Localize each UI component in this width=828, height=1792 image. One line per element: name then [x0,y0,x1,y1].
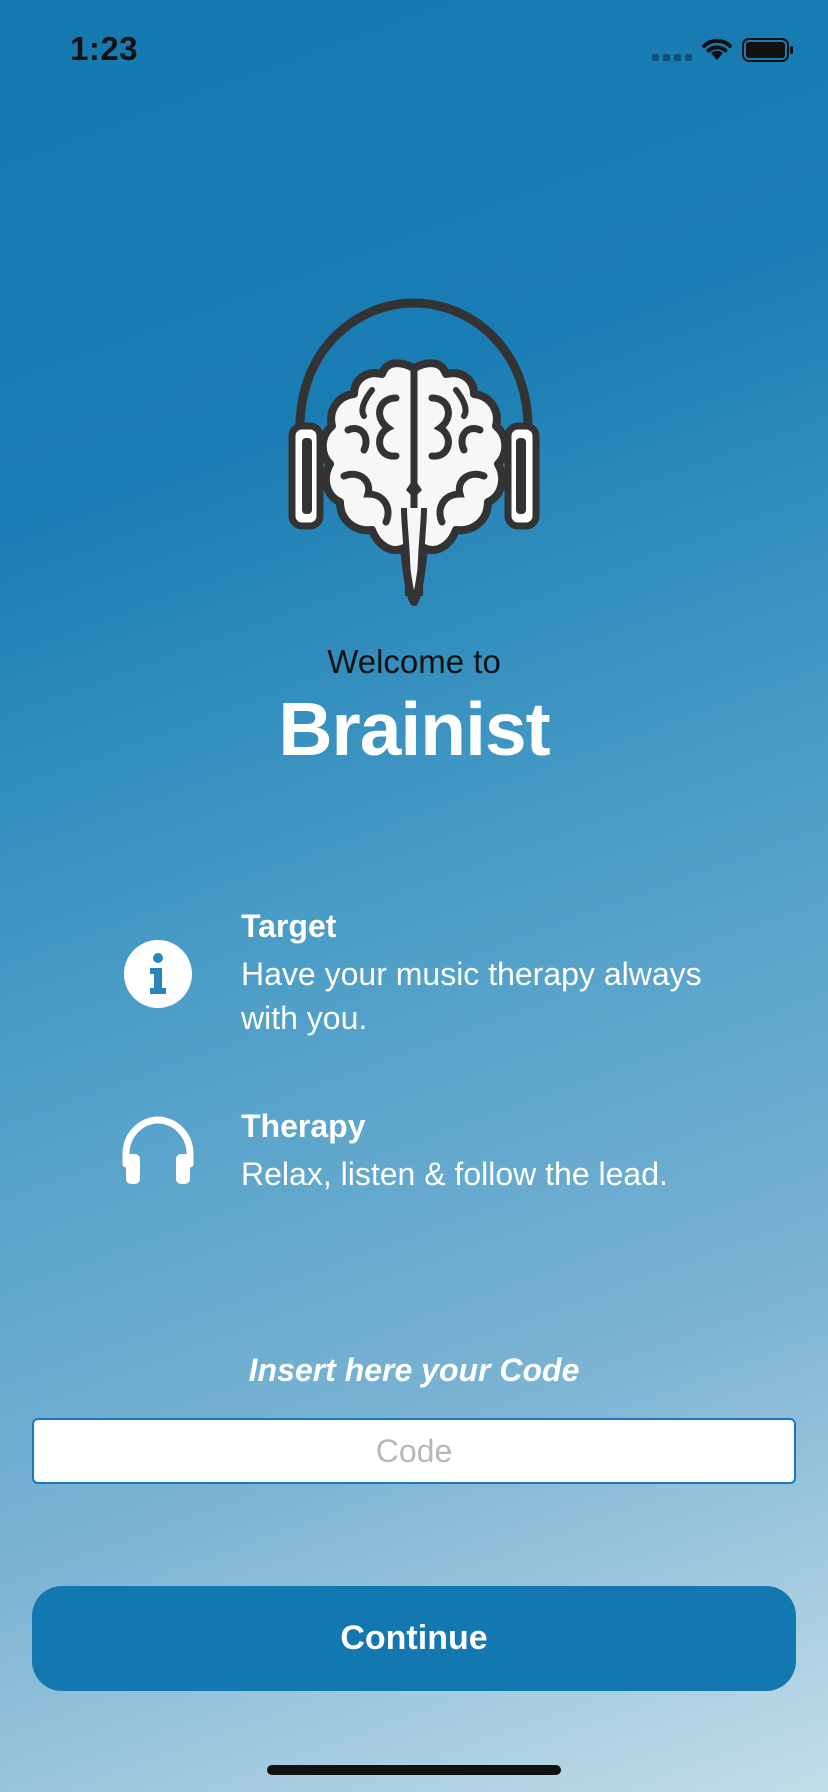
feature-therapy: Therapy Relax, listen & follow the lead. [120,1108,760,1198]
code-label: Insert here your Code [248,1352,580,1388]
status-time: 1:23 [70,30,139,67]
cellular-signal-icon [652,54,692,61]
feature-title: Target [241,908,337,944]
brain-headphones-logo [288,298,540,606]
status-bar: 1:23 [0,0,828,100]
info-circle-icon [124,940,192,1008]
continue-button[interactable]: Continue [32,1586,796,1691]
feature-title: Therapy [241,1108,366,1144]
feature-description: Relax, listen & follow the lead. [241,1156,668,1192]
app-title: Brainist [278,687,550,771]
home-indicator[interactable] [267,1765,561,1775]
welcome-subtitle: Welcome to [327,643,501,680]
headphones-icon [122,1116,194,1184]
code-input[interactable] [32,1418,796,1484]
feature-target: Target Have your music therapy always wi… [120,908,760,1038]
wifi-icon [702,38,732,60]
battery-icon [742,38,793,62]
feature-description: Have your music therapy always with you. [241,956,702,1036]
